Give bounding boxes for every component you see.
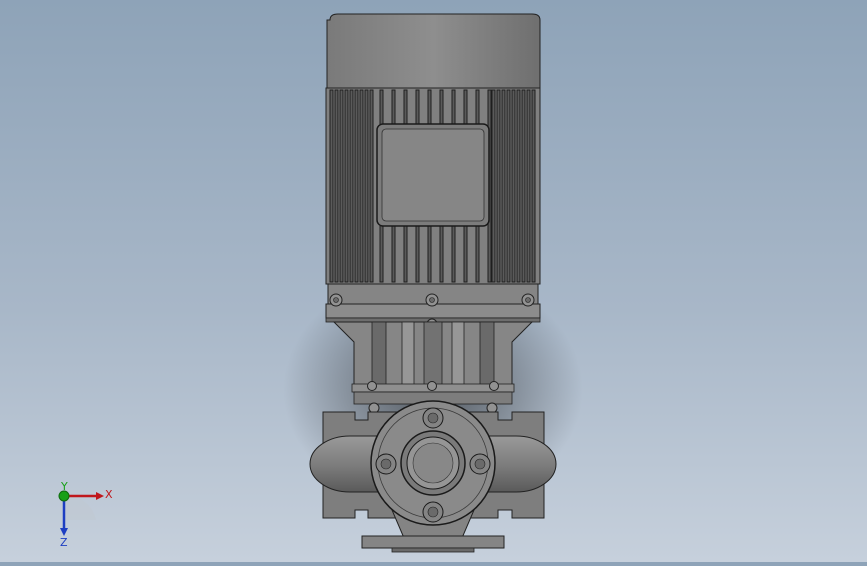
suction-flange-bolt [469,453,491,475]
suction-flange-bolt [422,407,444,429]
cooling-fin [369,89,374,283]
cooling-fin [349,89,354,283]
flange-bolt [425,293,439,307]
x-axis-arrowhead [96,492,104,500]
y-axis-label: Y [60,480,68,493]
motor-cap [326,13,541,89]
x-axis-label: X [105,488,113,501]
cooling-fin [329,89,334,283]
cooling-fin [496,89,501,283]
cooling-fin [491,89,496,283]
cooling-fin [516,89,521,283]
coordinate-triad: X Y Z [50,480,120,550]
cooling-fin [339,89,344,283]
bracket-bolt [489,381,499,391]
cooling-fin [334,89,339,283]
cooling-fin [511,89,516,283]
cooling-fin [526,89,531,283]
suction-flange-bolt [422,501,444,523]
cooling-fin [359,89,364,283]
cooling-fin [531,89,536,283]
bracket-bolt [427,381,437,391]
bracket-bolt [367,381,377,391]
base-plate [361,535,505,553]
cooling-fin [364,89,369,283]
motor-body [325,87,541,305]
z-axis-label: Z [60,536,68,549]
z-axis-arrowhead [60,528,68,536]
cooling-fin [354,89,359,283]
flange-bolt [521,293,535,307]
cooling-fin [506,89,511,283]
flange-bolt [329,293,343,307]
3d-viewport[interactable] [0,0,867,562]
cooling-fin [501,89,506,283]
cooling-fin [344,89,349,283]
triad-plane-shading [64,496,96,520]
pump-bracket [332,321,534,405]
cooling-fin [521,89,526,283]
suction-flange-bolt [375,453,397,475]
pump-model[interactable] [0,0,867,562]
